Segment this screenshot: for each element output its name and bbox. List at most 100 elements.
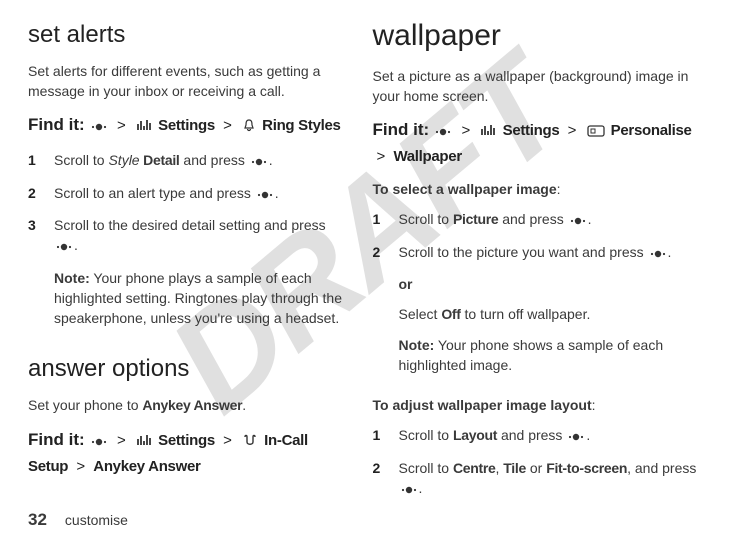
- gt: >: [117, 117, 126, 134]
- page-footer: 32 customise: [28, 508, 128, 533]
- answer-findit: Find it: > Settings > In-Call Setup > An…: [28, 426, 347, 479]
- text: .: [269, 152, 273, 168]
- incall-icon: [242, 431, 258, 455]
- text: Scroll to: [399, 460, 453, 476]
- text: or: [526, 460, 546, 476]
- text: .: [586, 427, 590, 443]
- footer-label: customise: [65, 510, 128, 530]
- step-number: 1: [373, 209, 399, 231]
- wallpaper-step-1: 1 Scroll to Picture and press .: [373, 209, 702, 231]
- text: .: [74, 237, 78, 253]
- findit-settings: Settings: [158, 117, 215, 134]
- gt: >: [76, 458, 85, 475]
- findit-lead: Find it:: [28, 115, 85, 134]
- text: Scroll to an alert type and press: [54, 185, 255, 201]
- text: .: [275, 185, 279, 201]
- step-number: 1: [28, 150, 54, 172]
- text: Picture: [453, 211, 498, 227]
- settings-icon: [136, 431, 152, 455]
- center-key-icon: [570, 211, 586, 231]
- text: Tile: [503, 460, 526, 476]
- text: Select: [399, 306, 442, 322]
- note-body: Your phone shows a sample of each highli…: [399, 337, 664, 373]
- alerts-intro: Set alerts for different events, such as…: [28, 61, 347, 102]
- alerts-step-1: 1 Scroll to Style Detail and press .: [28, 150, 347, 172]
- findit-settings: Settings: [503, 122, 560, 139]
- answer-intro: Set your phone to Anykey Answer.: [28, 395, 347, 415]
- findit-lead: Find it:: [373, 120, 430, 139]
- settings-icon: [480, 121, 496, 145]
- text: and press: [498, 211, 567, 227]
- wallpaper-heading: wallpaper: [373, 14, 702, 58]
- text: .: [668, 244, 672, 260]
- note-lead: Note:: [54, 270, 90, 286]
- alerts-findit: Find it: > Settings > Ring Styles: [28, 111, 347, 140]
- text: Anykey Answer: [142, 397, 242, 413]
- text: and press: [497, 427, 566, 443]
- text: and press: [180, 152, 249, 168]
- text: to turn off wallpaper.: [461, 306, 591, 322]
- text: .: [242, 397, 246, 413]
- text: Style: [108, 152, 139, 168]
- findit-lead: Find it:: [28, 430, 85, 449]
- findit-ringstyles: Ring Styles: [262, 117, 340, 134]
- wallpaper-select-lead: To select a wallpaper image:: [373, 179, 702, 199]
- center-key-icon: [568, 427, 584, 447]
- text: Layout: [453, 427, 497, 443]
- text: .: [419, 480, 423, 496]
- text: Scroll to: [54, 152, 108, 168]
- step-number: 2: [373, 242, 399, 385]
- wallpaper-layout-step-1: 1 Scroll to Layout and press .: [373, 425, 702, 447]
- findit-settings: Settings: [158, 432, 215, 449]
- text: To adjust wallpaper image layout: [373, 397, 592, 413]
- text: Scroll to the desired detail setting and…: [54, 217, 326, 233]
- text: , and press: [627, 460, 696, 476]
- wallpaper-intro: Set a picture as a wallpaper (background…: [373, 66, 702, 107]
- gt: >: [223, 432, 232, 449]
- findit-personalise: Personalise: [611, 122, 692, 139]
- wallpaper-layout-step-2: 2 Scroll to Centre, Tile or Fit-to-scree…: [373, 458, 702, 501]
- center-key-icon: [401, 480, 417, 500]
- text: Detail: [140, 152, 180, 168]
- step-number: 3: [28, 215, 54, 338]
- text: Off: [441, 306, 460, 322]
- step-number: 2: [28, 183, 54, 205]
- bell-icon: [242, 116, 256, 140]
- note-body: Your phone plays a sample of each highli…: [54, 270, 342, 327]
- right-column: wallpaper Set a picture as a wallpaper (…: [365, 18, 702, 483]
- step-body: Scroll to an alert type and press .: [54, 183, 347, 205]
- center-key-icon: [56, 237, 72, 257]
- text: Centre: [453, 460, 496, 476]
- gt: >: [223, 117, 232, 134]
- alerts-step-2: 2 Scroll to an alert type and press .: [28, 183, 347, 205]
- left-column: set alerts Set alerts for different even…: [28, 18, 365, 483]
- text: To select a wallpaper image: [373, 181, 557, 197]
- alerts-step-3: 3 Scroll to the desired detail setting a…: [28, 215, 347, 338]
- wallpaper-off: Select Off to turn off wallpaper.: [399, 304, 702, 324]
- step-body: Scroll to Centre, Tile or Fit-to-screen,…: [399, 458, 702, 501]
- gt: >: [462, 122, 471, 139]
- gt: >: [377, 148, 386, 165]
- wallpaper-step-2: 2 Scroll to the picture you want and pre…: [373, 242, 702, 385]
- settings-icon: [136, 116, 152, 140]
- center-key-icon: [650, 244, 666, 264]
- text: Scroll to the picture you want and press: [399, 244, 648, 260]
- page-content: set alerts Set alerts for different even…: [28, 18, 701, 483]
- text: Fit-to-screen: [546, 460, 627, 476]
- or-label: or: [399, 276, 413, 292]
- answer-heading: answer options: [28, 352, 347, 387]
- gt: >: [117, 432, 126, 449]
- gt: >: [568, 122, 577, 139]
- center-key-icon: [91, 116, 107, 140]
- center-key-icon: [91, 431, 107, 455]
- step-body: Scroll to the picture you want and press…: [399, 242, 702, 385]
- step-body: Scroll to Layout and press .: [399, 425, 702, 447]
- step-body: Scroll to Picture and press .: [399, 209, 702, 231]
- text: .: [588, 211, 592, 227]
- wallpaper-findit: Find it: > Settings > Personalise > Wall…: [373, 116, 702, 169]
- center-key-icon: [435, 121, 451, 145]
- text: Set your phone to: [28, 397, 142, 413]
- step-body: Scroll to Style Detail and press .: [54, 150, 347, 172]
- findit-anykey: Anykey Answer: [93, 458, 200, 475]
- center-key-icon: [257, 185, 273, 205]
